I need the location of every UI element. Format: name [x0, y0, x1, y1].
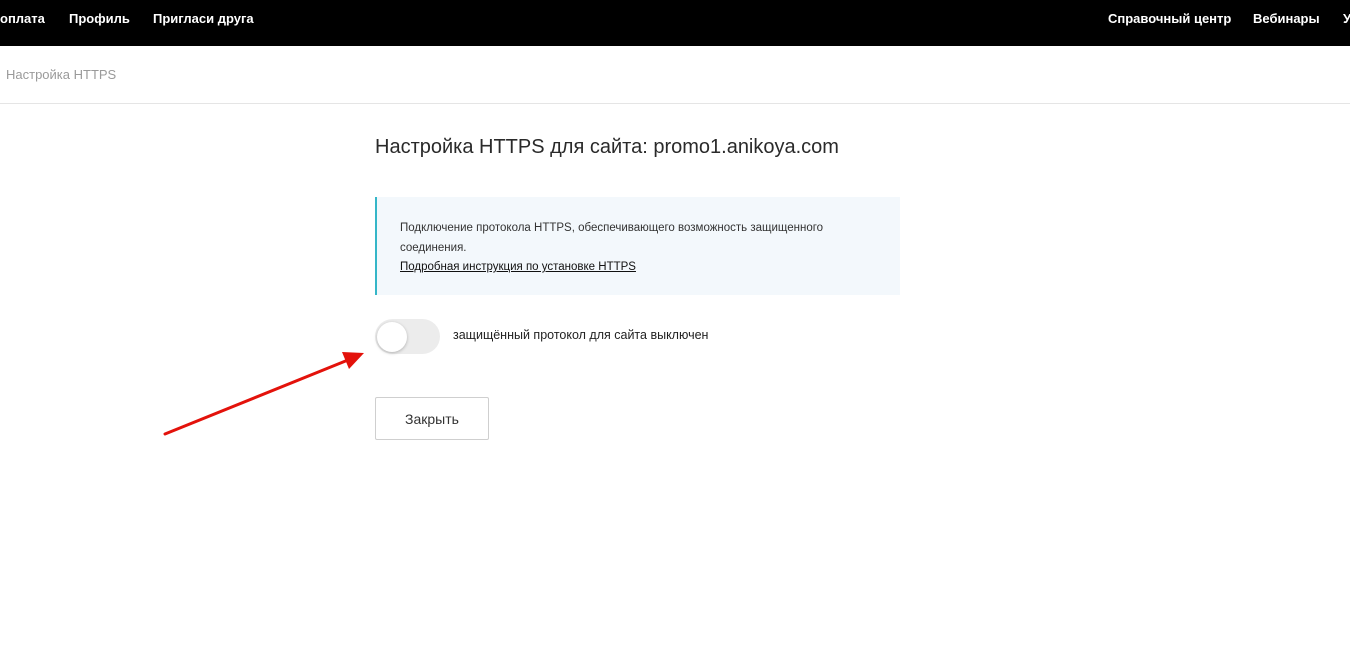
https-toggle[interactable]: [375, 319, 440, 354]
info-text: Подключение протокола HTTPS, обеспечиваю…: [400, 222, 824, 254]
breadcrumb: Настройка HTTPS: [6, 67, 117, 82]
toggle-knob: [377, 322, 407, 352]
nav-link-help-center[interactable]: Справочный центр: [1108, 11, 1231, 26]
top-navigation-bar: оплата Профиль Пригласи друга Справочный…: [0, 0, 1350, 46]
nav-link-payment[interactable]: оплата: [0, 11, 45, 26]
https-toggle-label: защищённый протокол для сайта выключен: [453, 328, 709, 342]
close-button[interactable]: Закрыть: [375, 397, 489, 440]
page-title: Настройка HTTPS для сайта: promo1.anikoy…: [375, 136, 839, 158]
nav-link-truncated[interactable]: У: [1343, 11, 1350, 26]
info-box: Подключение протокола HTTPS, обеспечиваю…: [375, 197, 900, 295]
nav-link-webinars[interactable]: Вебинары: [1253, 11, 1320, 26]
nav-link-invite-friend[interactable]: Пригласи друга: [153, 11, 254, 26]
https-instructions-link[interactable]: Подробная инструкция по установке HTTPS: [400, 257, 636, 277]
breadcrumb-bar: Настройка HTTPS: [0, 46, 1350, 104]
nav-link-profile[interactable]: Профиль: [69, 11, 130, 26]
